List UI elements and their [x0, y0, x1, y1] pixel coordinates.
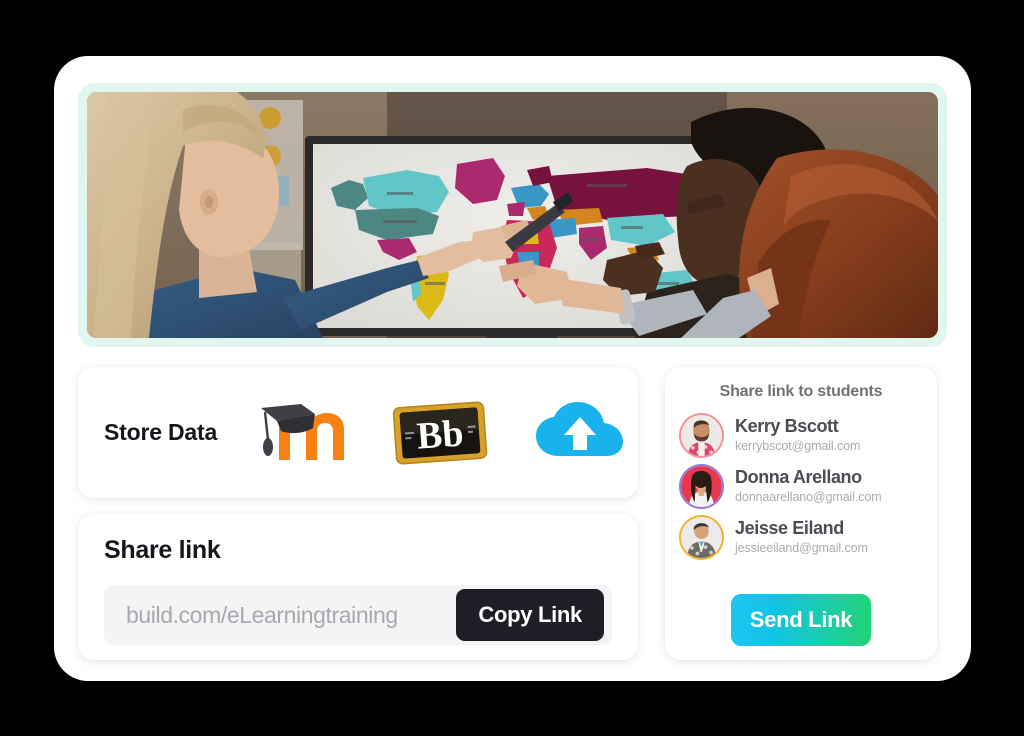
moodle-logo[interactable] — [255, 402, 347, 464]
svg-text:Bb: Bb — [416, 412, 465, 457]
list-item[interactable]: Jeisse Eiland jessieeiland@gmail.com — [679, 515, 923, 560]
cloud-upload-icon[interactable] — [533, 401, 627, 464]
students-panel-title: Share link to students — [719, 383, 883, 400]
platform-logo-row: Bb — [255, 400, 627, 466]
student-email: jessieeiland@gmail.com — [735, 541, 868, 555]
hero-photo — [87, 92, 938, 338]
avatar — [679, 464, 724, 509]
share-to-students-panel: Share link to students Kerry Bscott kerr… — [665, 367, 937, 660]
share-link-input[interactable] — [126, 601, 457, 629]
store-data-card: Store Data Bb — [78, 367, 638, 498]
share-link-title: Share link — [104, 536, 221, 564]
list-item[interactable]: Kerry Bscott kerrybscot@gmail.com — [679, 413, 923, 458]
blackboard-logo[interactable]: Bb — [389, 400, 491, 466]
avatar — [679, 413, 724, 458]
avatar — [679, 515, 724, 560]
send-link-row: Send Link — [679, 594, 923, 646]
left-column: Store Data Bb Share link build.com/eLear… — [78, 367, 638, 660]
student-meta: Jeisse Eiland jessieeiland@gmail.com — [735, 518, 923, 557]
hero-image-frame — [78, 83, 947, 347]
student-list: Kerry Bscott kerrybscot@gmail.com Donna … — [679, 413, 923, 560]
send-link-button[interactable]: Send Link — [731, 594, 871, 646]
lower-section: Store Data Bb Share link build.com/eLear… — [78, 367, 947, 660]
student-email: kerrybscot@gmail.com — [735, 439, 861, 453]
share-link-bar: Copy Link — [104, 585, 612, 645]
student-name: Kerry Bscott — [735, 416, 839, 436]
student-name: Donna Arellano — [735, 467, 862, 487]
app-card: Store Data Bb Share link build.com/eLear… — [54, 56, 971, 681]
list-item[interactable]: Donna Arellano donnaarellano@gmail.com — [679, 464, 923, 509]
store-data-label: Store Data — [104, 419, 218, 445]
student-meta: Donna Arellano donnaarellano@gmail.com — [735, 467, 923, 506]
student-meta: Kerry Bscott kerrybscot@gmail.com — [735, 416, 923, 455]
share-link-card: Share link Copy Link — [78, 514, 638, 660]
student-email: donnaarellano@gmail.com — [735, 490, 882, 504]
copy-link-button[interactable]: Copy Link — [456, 589, 604, 641]
student-name: Jeisse Eiland — [735, 518, 844, 538]
